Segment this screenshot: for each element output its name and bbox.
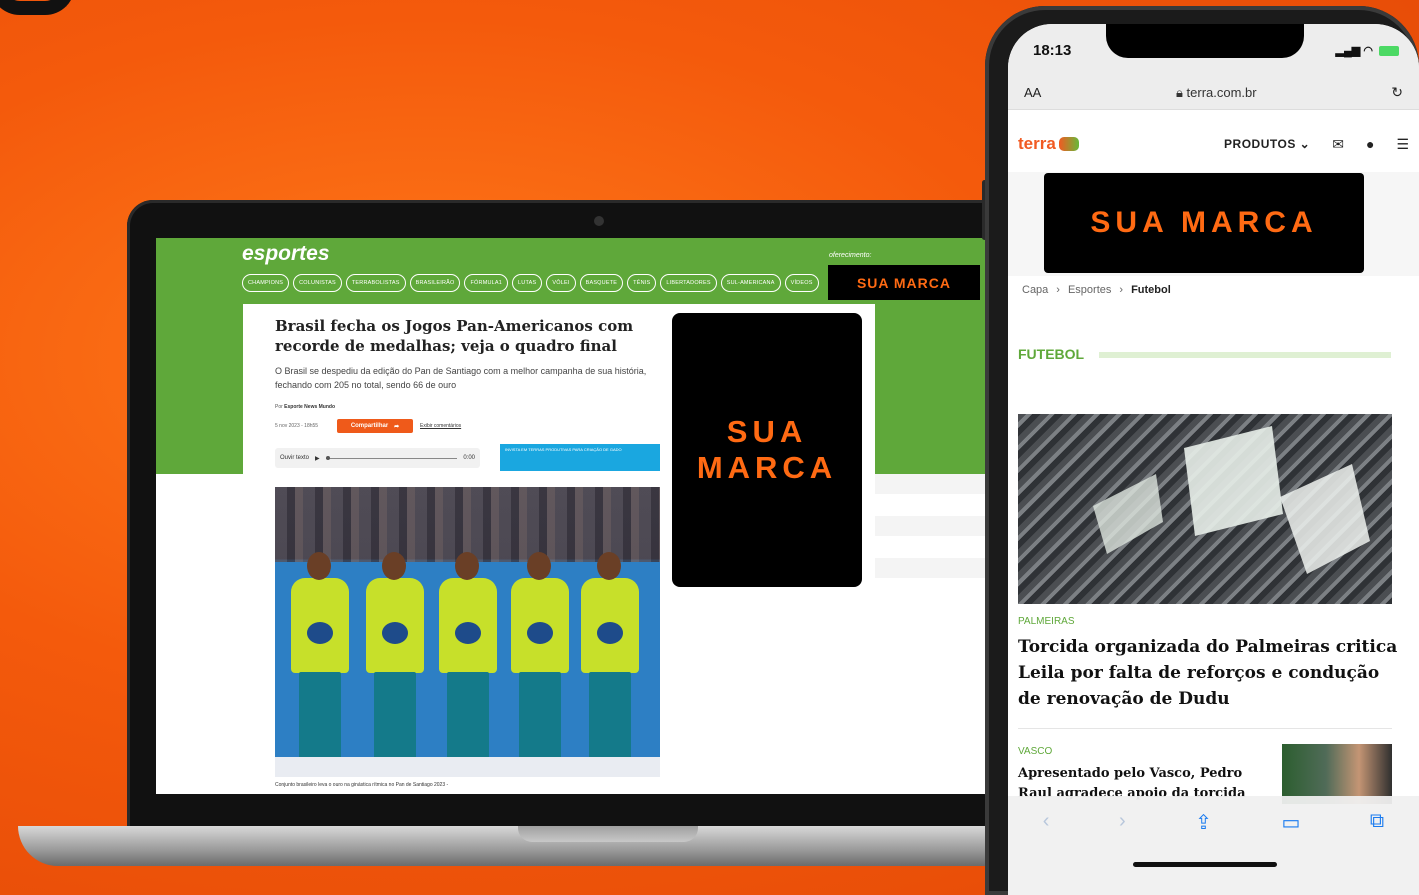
share-button[interactable]: Compartilhar ➦ xyxy=(337,419,413,433)
corner-logo xyxy=(0,0,75,15)
sidebar-placeholder xyxy=(875,558,991,578)
nav-pill[interactable]: TERRABOLISTAS xyxy=(345,274,406,292)
share-icon[interactable]: ⇪ xyxy=(1195,810,1212,835)
share-label: Compartilhar xyxy=(350,423,389,429)
section-title: FUTEBOL xyxy=(1018,346,1085,362)
athlete-figure xyxy=(360,552,430,762)
nav-pill[interactable]: COLUNISTAS xyxy=(293,274,342,292)
nav-pill[interactable]: TÊNIS xyxy=(627,274,657,292)
ad-banner[interactable]: INVISTA EM TERRAS PRODUTIVAS PARA CRIAÇÃ… xyxy=(500,444,660,471)
sponsor-banner[interactable]: SUA MARCA xyxy=(828,265,980,300)
audio-label: Ouvir texto xyxy=(280,455,310,461)
section-divider xyxy=(1099,352,1391,358)
article-lede: O Brasil se despediu da edição do Pan de… xyxy=(275,366,647,390)
brand-card-line1: SUA xyxy=(726,414,808,449)
share-icon: ➦ xyxy=(394,423,400,430)
brand-banner[interactable]: SUA MARCA xyxy=(1044,173,1364,273)
story-tag[interactable]: PALMEIRAS xyxy=(1018,616,1075,627)
site-brand-logo[interactable]: esportes xyxy=(242,242,330,266)
story-divider xyxy=(1018,728,1392,729)
sponsor-label: oferecimento: xyxy=(829,252,872,259)
nav-pill[interactable]: BRASILEIRÃO xyxy=(409,274,461,292)
flag-shape xyxy=(1093,474,1163,554)
photo-podium xyxy=(275,757,660,777)
breadcrumb-capa[interactable]: Capa xyxy=(1022,284,1048,296)
produtos-menu[interactable]: PRODUTOS ⌄ xyxy=(1224,137,1310,151)
forward-icon[interactable]: › xyxy=(1119,810,1126,833)
sports-nav: CHAMPIONS COLUNISTAS TERRABOLISTAS BRASILEI… xyxy=(242,274,819,292)
chevron-right-icon: › xyxy=(1056,284,1060,296)
mail-icon[interactable]: ✉ xyxy=(1332,136,1344,153)
terra-logo[interactable]: terra xyxy=(1018,134,1079,154)
lock-icon: 🔒︎ xyxy=(1175,84,1183,100)
nav-pill[interactable]: BASQUETE xyxy=(579,274,624,292)
play-icon[interactable]: ▶ xyxy=(315,455,320,462)
byline-author[interactable]: Esporte News Mundo xyxy=(284,404,335,410)
nav-pill[interactable]: VÍDEOS xyxy=(784,274,819,292)
nav-pill[interactable]: LUTAS xyxy=(512,274,543,292)
signal-icon: ▂▄▆ xyxy=(1335,45,1361,57)
flag-shape xyxy=(1184,426,1283,536)
battery-icon xyxy=(1379,46,1399,57)
back-icon[interactable]: ‹ xyxy=(1043,810,1050,833)
photo-caption: Conjunto brasileiro leva o ouro na ginás… xyxy=(275,782,449,788)
audio-player[interactable]: Ouvir texto ▶ 0:00 xyxy=(275,448,480,468)
wifi-icon: ◠ xyxy=(1363,45,1373,57)
athlete-figure xyxy=(433,552,503,762)
photo-crowd xyxy=(275,487,660,562)
comments-link[interactable]: Exibir comentários xyxy=(420,423,461,429)
audio-progress[interactable] xyxy=(325,455,458,460)
phone-notch xyxy=(1106,24,1304,58)
story-title[interactable]: Torcida organizada do Palmeiras critica … xyxy=(1018,634,1398,712)
status-time: 18:13 xyxy=(1033,42,1072,59)
phone-screen: 18:13 ▂▄▆ ◠ AA 🔒︎ terra.com.br ↻ terra P… xyxy=(1008,24,1419,895)
user-icon[interactable]: ● xyxy=(1366,136,1374,152)
laptop-opening-notch xyxy=(518,826,698,842)
article-photo xyxy=(275,487,660,777)
audio-time: 0:00 xyxy=(463,455,475,461)
tabs-icon[interactable]: ⧉ xyxy=(1370,810,1384,833)
status-icons: ▂▄▆ ◠ xyxy=(1336,44,1399,57)
breadcrumb-esportes[interactable]: Esportes xyxy=(1068,284,1111,296)
sidebar-placeholder xyxy=(875,516,991,536)
url-text[interactable]: 🔒︎ terra.com.br xyxy=(1176,85,1257,101)
bookmarks-icon[interactable]: ▭ xyxy=(1281,810,1300,835)
story-thumbnail[interactable] xyxy=(1282,744,1392,804)
sidebar-placeholder xyxy=(875,474,991,494)
athlete-figure xyxy=(575,552,645,762)
url-value: terra.com.br xyxy=(1186,84,1257,100)
nav-pill[interactable]: VÔLEI xyxy=(546,274,576,292)
athlete-figure xyxy=(285,552,355,762)
laptop-screen: esportes CHAMPIONS COLUNISTAS TERRABOLISTA… xyxy=(156,238,991,794)
story-tag[interactable]: VASCO xyxy=(1018,746,1052,757)
hamburger-menu-icon[interactable]: ☰ xyxy=(1396,136,1409,153)
article-headline[interactable]: Brasil fecha os Jogos Pan-Americanos com… xyxy=(275,316,670,356)
nav-pill[interactable]: FÓRMULA1 xyxy=(464,274,509,292)
browser-toolbar: ‹ › ⇪ ▭ ⧉ xyxy=(1008,796,1419,895)
byline-prefix: Por xyxy=(275,404,283,410)
article-date: 5 nov 2023 - 18h55 xyxy=(275,423,319,429)
brand-placeholder-card[interactable]: SUA MARCA xyxy=(672,313,862,587)
breadcrumb-futebol: Futebol xyxy=(1131,284,1171,296)
brand-card-line2: MARCA xyxy=(696,450,838,485)
home-indicator xyxy=(1133,862,1277,867)
flag-shape xyxy=(1280,464,1370,574)
chevron-right-icon: › xyxy=(1119,284,1124,296)
laptop-camera xyxy=(594,216,604,226)
reader-aa-button[interactable]: AA xyxy=(1024,85,1041,100)
nav-pill[interactable]: LIBERTADORES xyxy=(660,274,717,292)
nav-pill[interactable]: SUL-AMERICANA xyxy=(720,274,781,292)
nav-pill[interactable]: CHAMPIONS xyxy=(242,274,290,292)
reload-icon[interactable]: ↻ xyxy=(1391,84,1403,101)
article-byline: Por Esporte News Mundo xyxy=(275,404,335,410)
address-bar[interactable]: AA 🔒︎ terra.com.br ↻ xyxy=(1008,76,1419,110)
terra-logo-text: terra xyxy=(1018,134,1056,153)
athlete-figure xyxy=(505,552,575,762)
story-photo[interactable] xyxy=(1018,414,1392,604)
site-header: terra PRODUTOS ⌄ ✉ ● ☰ xyxy=(1008,116,1419,172)
breadcrumb: Capa › Esportes › Futebol xyxy=(1022,284,1171,296)
terra-logo-mark xyxy=(1058,137,1079,151)
